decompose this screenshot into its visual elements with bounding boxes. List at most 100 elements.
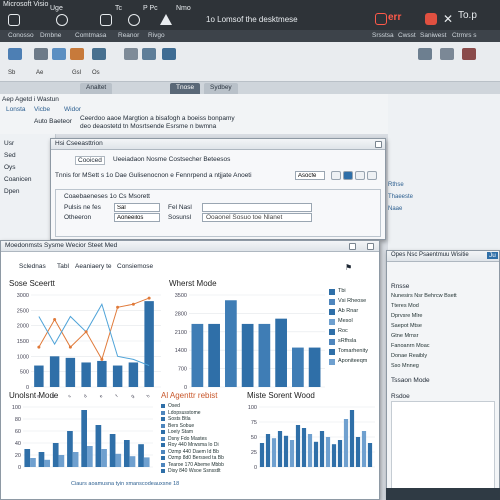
tool-icon[interactable] bbox=[343, 171, 353, 180]
bar bbox=[129, 456, 136, 467]
tool-label: Sb bbox=[8, 70, 16, 76]
menu-item[interactable]: Comtmasa bbox=[75, 32, 106, 39]
pin-icon[interactable]: ⚑ bbox=[345, 263, 352, 272]
nav-label[interactable]: Saniwest bbox=[420, 32, 446, 39]
bar bbox=[289, 440, 295, 467]
settings-icon[interactable] bbox=[100, 14, 112, 26]
bar bbox=[275, 318, 287, 387]
window-icon[interactable] bbox=[8, 14, 20, 26]
tool-icon[interactable] bbox=[70, 48, 84, 60]
tab-tnose[interactable]: Tnose bbox=[170, 83, 201, 94]
bar bbox=[49, 356, 60, 387]
panel-row[interactable]: Nunesirs Nsr Behrcw Bsett bbox=[391, 293, 457, 299]
list-item[interactable]: Ozmp 440 Daem Id Bb bbox=[168, 449, 219, 455]
bar bbox=[361, 431, 367, 467]
pane-subtab[interactable]: Widor bbox=[64, 106, 81, 113]
bar bbox=[355, 437, 361, 467]
menu-item[interactable]: Drnbne bbox=[40, 32, 61, 39]
dialog-tab[interactable]: Cooiced bbox=[75, 156, 105, 165]
tree-item[interactable]: Oys bbox=[4, 164, 16, 171]
globe-icon[interactable] bbox=[56, 14, 68, 26]
bar bbox=[67, 431, 73, 467]
tool-icon[interactable] bbox=[92, 48, 106, 60]
legend-label: Tbi bbox=[338, 288, 346, 294]
list-item[interactable]: Sosts Btla bbox=[168, 416, 191, 422]
nav-label[interactable]: Cwsst bbox=[398, 32, 416, 39]
list-item[interactable]: Roy 440 Mrwsma Io Di bbox=[168, 442, 219, 448]
dash-tab[interactable]: Aeaniaery te bbox=[75, 263, 112, 270]
tool-icon[interactable] bbox=[124, 48, 138, 60]
tree-item[interactable]: Sed bbox=[4, 152, 16, 159]
tool-icon[interactable] bbox=[52, 48, 66, 60]
panel-row[interactable]: Sso Mnneg bbox=[391, 363, 419, 369]
close-icon[interactable] bbox=[367, 243, 374, 250]
panel-item[interactable]: Thaeeste bbox=[388, 194, 413, 200]
nav-label[interactable]: Srsstsa bbox=[372, 32, 394, 39]
close-x-icon[interactable]: ✕ bbox=[443, 12, 453, 26]
panel-row[interactable]: Dprvsre Mlre bbox=[391, 313, 422, 319]
tool-icon[interactable] bbox=[355, 171, 365, 180]
aspect-field[interactable] bbox=[295, 171, 325, 180]
dash-tab[interactable]: Consiemose bbox=[117, 263, 153, 270]
pane-subtab[interactable]: Vicbe bbox=[34, 106, 50, 113]
dash-tab[interactable]: Sclednas bbox=[19, 263, 46, 270]
data-point bbox=[116, 305, 120, 309]
list-item[interactable]: Disy 840 Wsoe Ssnsstlt bbox=[168, 468, 221, 474]
tool-icon[interactable] bbox=[440, 48, 454, 60]
tool-icon[interactable] bbox=[462, 48, 476, 60]
tree-item[interactable]: Usr bbox=[4, 140, 14, 147]
list-swatch bbox=[161, 410, 165, 415]
menu-item[interactable]: Rivgo bbox=[148, 32, 165, 39]
tool-icon[interactable] bbox=[418, 48, 432, 60]
field-input[interactable] bbox=[114, 213, 160, 222]
list-item[interactable]: Dsny Fdo Mastes bbox=[168, 436, 207, 442]
list-item[interactable]: Osed bbox=[168, 403, 180, 409]
list-item[interactable]: Tearoe 170 Abeme Mbbb bbox=[168, 462, 224, 468]
tick-label: 1000 bbox=[17, 354, 29, 360]
tab-analtet[interactable]: Analtet bbox=[80, 83, 113, 94]
close-icon[interactable] bbox=[375, 141, 382, 148]
bar bbox=[208, 323, 220, 387]
panel-row[interactable]: Saepot Mtse bbox=[391, 323, 422, 329]
panel-item[interactable]: Rthse bbox=[388, 182, 404, 188]
tool-icon[interactable] bbox=[34, 48, 48, 60]
panel-row[interactable]: Gtne Mrnsr bbox=[391, 333, 419, 339]
topbar-item[interactable]: Uge bbox=[50, 5, 63, 12]
tree-item[interactable]: Dpen bbox=[4, 188, 20, 195]
panel-item[interactable]: Naae bbox=[388, 206, 402, 212]
pane-subtab[interactable]: Lonsta bbox=[6, 106, 26, 113]
panel-row[interactable]: Tteres Mod bbox=[391, 303, 419, 309]
tool-icon[interactable] bbox=[142, 48, 156, 60]
tree-item[interactable]: Coanicen bbox=[4, 176, 31, 183]
panel-row[interactable]: Donae Reaibly bbox=[391, 353, 427, 359]
list-item[interactable]: Ozmp 8d0 Berssed ta Bb bbox=[168, 455, 224, 461]
menu-item[interactable]: Reanor bbox=[118, 32, 139, 39]
topbar-item[interactable]: Tc bbox=[115, 5, 122, 12]
tool-icon[interactable] bbox=[367, 171, 377, 180]
panel-row[interactable]: Fanoanrn Moac bbox=[391, 343, 430, 349]
legend-swatch bbox=[329, 309, 335, 315]
topbar-item[interactable]: Nmo bbox=[176, 5, 191, 12]
list-item[interactable]: Bers Sobue bbox=[168, 423, 194, 429]
list-item[interactable]: Loeiy Stam bbox=[168, 429, 193, 435]
warning-icon[interactable] bbox=[160, 14, 172, 25]
tick-label: 1400 bbox=[175, 348, 187, 354]
tick-label: 2500 bbox=[17, 308, 29, 314]
dash-tab[interactable]: Tabl bbox=[57, 263, 69, 270]
tool-icon[interactable] bbox=[162, 48, 176, 60]
bar bbox=[225, 300, 237, 387]
help-icon[interactable] bbox=[128, 14, 140, 26]
nav-label[interactable]: Ctrmrs s bbox=[452, 32, 477, 39]
bar bbox=[259, 443, 265, 467]
field-input[interactable] bbox=[202, 203, 312, 212]
field-input[interactable] bbox=[114, 203, 160, 212]
tab-sydbey[interactable]: Sydbey bbox=[204, 83, 238, 94]
bar bbox=[128, 362, 139, 387]
tool-icon[interactable] bbox=[8, 48, 22, 60]
list-swatch bbox=[161, 436, 165, 441]
minimize-icon[interactable] bbox=[349, 243, 356, 250]
menu-item[interactable]: Conosso bbox=[8, 32, 34, 39]
list-item[interactable]: Ldopsusstome bbox=[168, 410, 201, 416]
tool-icon[interactable] bbox=[331, 171, 341, 180]
topbar-item[interactable]: P Pc bbox=[143, 5, 158, 12]
